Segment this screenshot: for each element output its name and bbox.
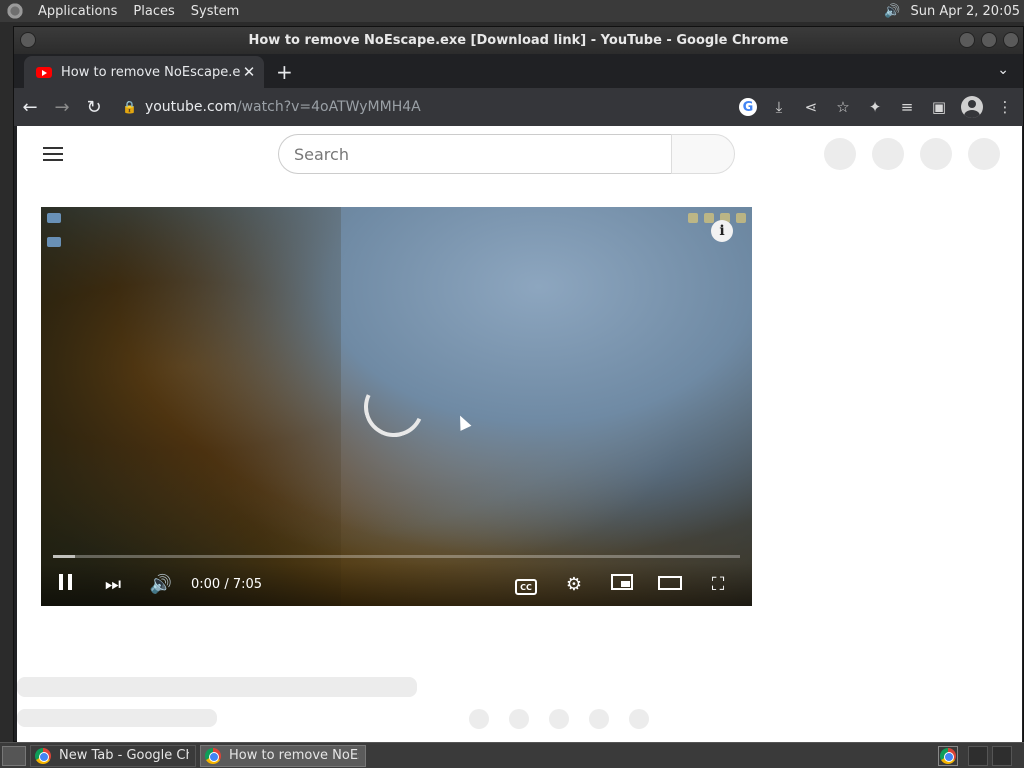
back-button[interactable]: ← <box>14 97 46 118</box>
reload-button[interactable]: ↻ <box>78 97 110 118</box>
header-placeholder-4 <box>968 138 1000 170</box>
tab-close-icon[interactable]: ✕ <box>240 63 258 81</box>
tray-chrome-button[interactable] <box>938 746 958 766</box>
media-control-icon[interactable]: ≡ <box>897 98 917 116</box>
window-controls <box>959 32 1019 48</box>
volume-icon[interactable]: 🔊 <box>883 2 903 20</box>
youtube-favicon-icon <box>36 66 52 78</box>
menu-places[interactable]: Places <box>125 4 182 19</box>
video-desktop-icons-left <box>47 213 61 247</box>
share-icon[interactable]: ⋖ <box>801 98 821 116</box>
side-panel-icon[interactable]: ▣ <box>929 98 949 116</box>
google-lens-icon[interactable]: G <box>739 98 757 116</box>
search-button[interactable] <box>671 134 735 174</box>
toolbar-actions: G ⤓ ⋖ ☆ ✦ ≡ ▣ ⋮ <box>739 96 1015 118</box>
miniplayer-icon <box>611 574 633 590</box>
theater-icon <box>658 576 682 590</box>
pause-icon <box>58 574 72 590</box>
window-title: How to remove NoEscape.exe [Download lin… <box>248 33 789 48</box>
maximize-button[interactable] <box>981 32 997 48</box>
chrome-window: How to remove NoEscape.exe [Download lin… <box>13 26 1024 743</box>
distro-logo-icon[interactable] <box>6 2 24 20</box>
minimize-button[interactable] <box>959 32 975 48</box>
action-placeholder-4 <box>589 709 609 729</box>
action-placeholder-2 <box>509 709 529 729</box>
menu-applications[interactable]: Applications <box>30 4 125 19</box>
menu-system[interactable]: System <box>183 4 247 19</box>
top-panel: Applications Places System 🔊 Sun Apr 2, … <box>0 0 1024 22</box>
new-tab-button[interactable]: + <box>276 60 293 84</box>
player-controls: ⏭ 🔊 0:00 / 7:05 CC ⚙ ⛶ <box>41 563 752 606</box>
loading-spinner-icon <box>355 368 433 446</box>
lock-icon[interactable]: 🔒 <box>122 100 137 114</box>
title-placeholder <box>17 677 417 697</box>
next-video-icon[interactable]: ⏭ <box>89 574 137 595</box>
guide-menu-icon[interactable] <box>43 147 63 161</box>
clock[interactable]: Sun Apr 2, 20:05 <box>911 4 1020 19</box>
subtitles-button[interactable]: CC <box>502 574 550 596</box>
taskbar-item-label: New Tab - Google Chrome <box>59 748 189 763</box>
taskbar-item-youtube[interactable]: How to remove NoEscape.exe [Download lin… <box>200 744 366 767</box>
profile-avatar-icon[interactable] <box>961 96 983 118</box>
workspace-1-button[interactable] <box>968 746 988 766</box>
tab-title: How to remove NoEscape.exe [Download lin… <box>61 64 240 80</box>
address-bar[interactable]: 🔒 youtube.com/watch?v=4oATWyMMH4A <box>118 92 708 122</box>
fullscreen-icon[interactable]: ⛶ <box>694 574 742 595</box>
url-path: /watch?v=4oATWyMMH4A <box>236 99 421 115</box>
workspace-2-button[interactable] <box>992 746 1012 766</box>
search-input[interactable]: Search <box>278 134 672 174</box>
action-placeholder-5 <box>629 709 649 729</box>
pause-button[interactable] <box>41 574 89 595</box>
player-controls-right: CC ⚙ ⛶ <box>502 574 742 596</box>
install-app-icon[interactable]: ⤓ <box>769 98 789 116</box>
chrome-menu-icon[interactable]: ⋮ <box>995 98 1015 116</box>
close-window-button[interactable] <box>1003 32 1019 48</box>
channel-placeholder <box>17 709 217 727</box>
browser-toolbar: ← → ↻ 🔒 youtube.com/watch?v=4oATWyMMH4A … <box>14 88 1023 126</box>
header-placeholder-2 <box>872 138 904 170</box>
bottom-taskbar: New Tab - Google Chrome How to remove No… <box>0 742 1024 768</box>
header-placeholder-1 <box>824 138 856 170</box>
bookmark-star-icon[interactable]: ☆ <box>833 98 853 116</box>
cc-icon: CC <box>515 579 537 596</box>
video-progress-bar[interactable] <box>53 555 740 558</box>
tab-strip: How to remove NoEscape.exe [Download lin… <box>14 54 1023 88</box>
taskbar-item-new-tab[interactable]: New Tab - Google Chrome <box>30 744 196 767</box>
chrome-tray-icon <box>940 748 956 764</box>
theater-mode-button[interactable] <box>646 574 694 595</box>
time-display: 0:00 / 7:05 <box>191 577 263 592</box>
window-menu-button[interactable] <box>20 32 36 48</box>
extensions-puzzle-icon[interactable]: ✦ <box>865 98 885 116</box>
volume-speaker-icon[interactable]: 🔊 <box>137 574 185 595</box>
url-host: youtube.com <box>144 99 237 115</box>
tab-youtube[interactable]: How to remove NoEscape.exe [Download lin… <box>24 56 264 88</box>
action-placeholder-1 <box>469 709 489 729</box>
show-desktop-button[interactable] <box>2 745 26 766</box>
header-placeholder-3 <box>920 138 952 170</box>
miniplayer-button[interactable] <box>598 574 646 595</box>
settings-gear-icon[interactable]: ⚙ <box>550 574 598 595</box>
video-player[interactable]: i ⏭ 🔊 0:00 / 7:05 CC ⚙ ⛶ <box>41 207 752 606</box>
video-info-icon[interactable]: i <box>711 220 733 242</box>
tab-search-chevron-icon[interactable]: ⌄ <box>997 62 1009 78</box>
buffered-bar <box>53 555 75 558</box>
action-placeholder-3 <box>549 709 569 729</box>
taskbar-item-label: How to remove NoEscape.exe [Download lin… <box>229 748 359 763</box>
video-frame <box>41 207 341 606</box>
window-titlebar[interactable]: How to remove NoEscape.exe [Download lin… <box>14 27 1023 54</box>
chrome-icon <box>205 747 221 764</box>
youtube-page: Search i ⏭ 🔊 0:00 / 7:05 CC ⚙ ⛶ <box>17 126 1022 743</box>
chrome-icon <box>35 747 51 764</box>
forward-button[interactable]: → <box>46 97 78 118</box>
